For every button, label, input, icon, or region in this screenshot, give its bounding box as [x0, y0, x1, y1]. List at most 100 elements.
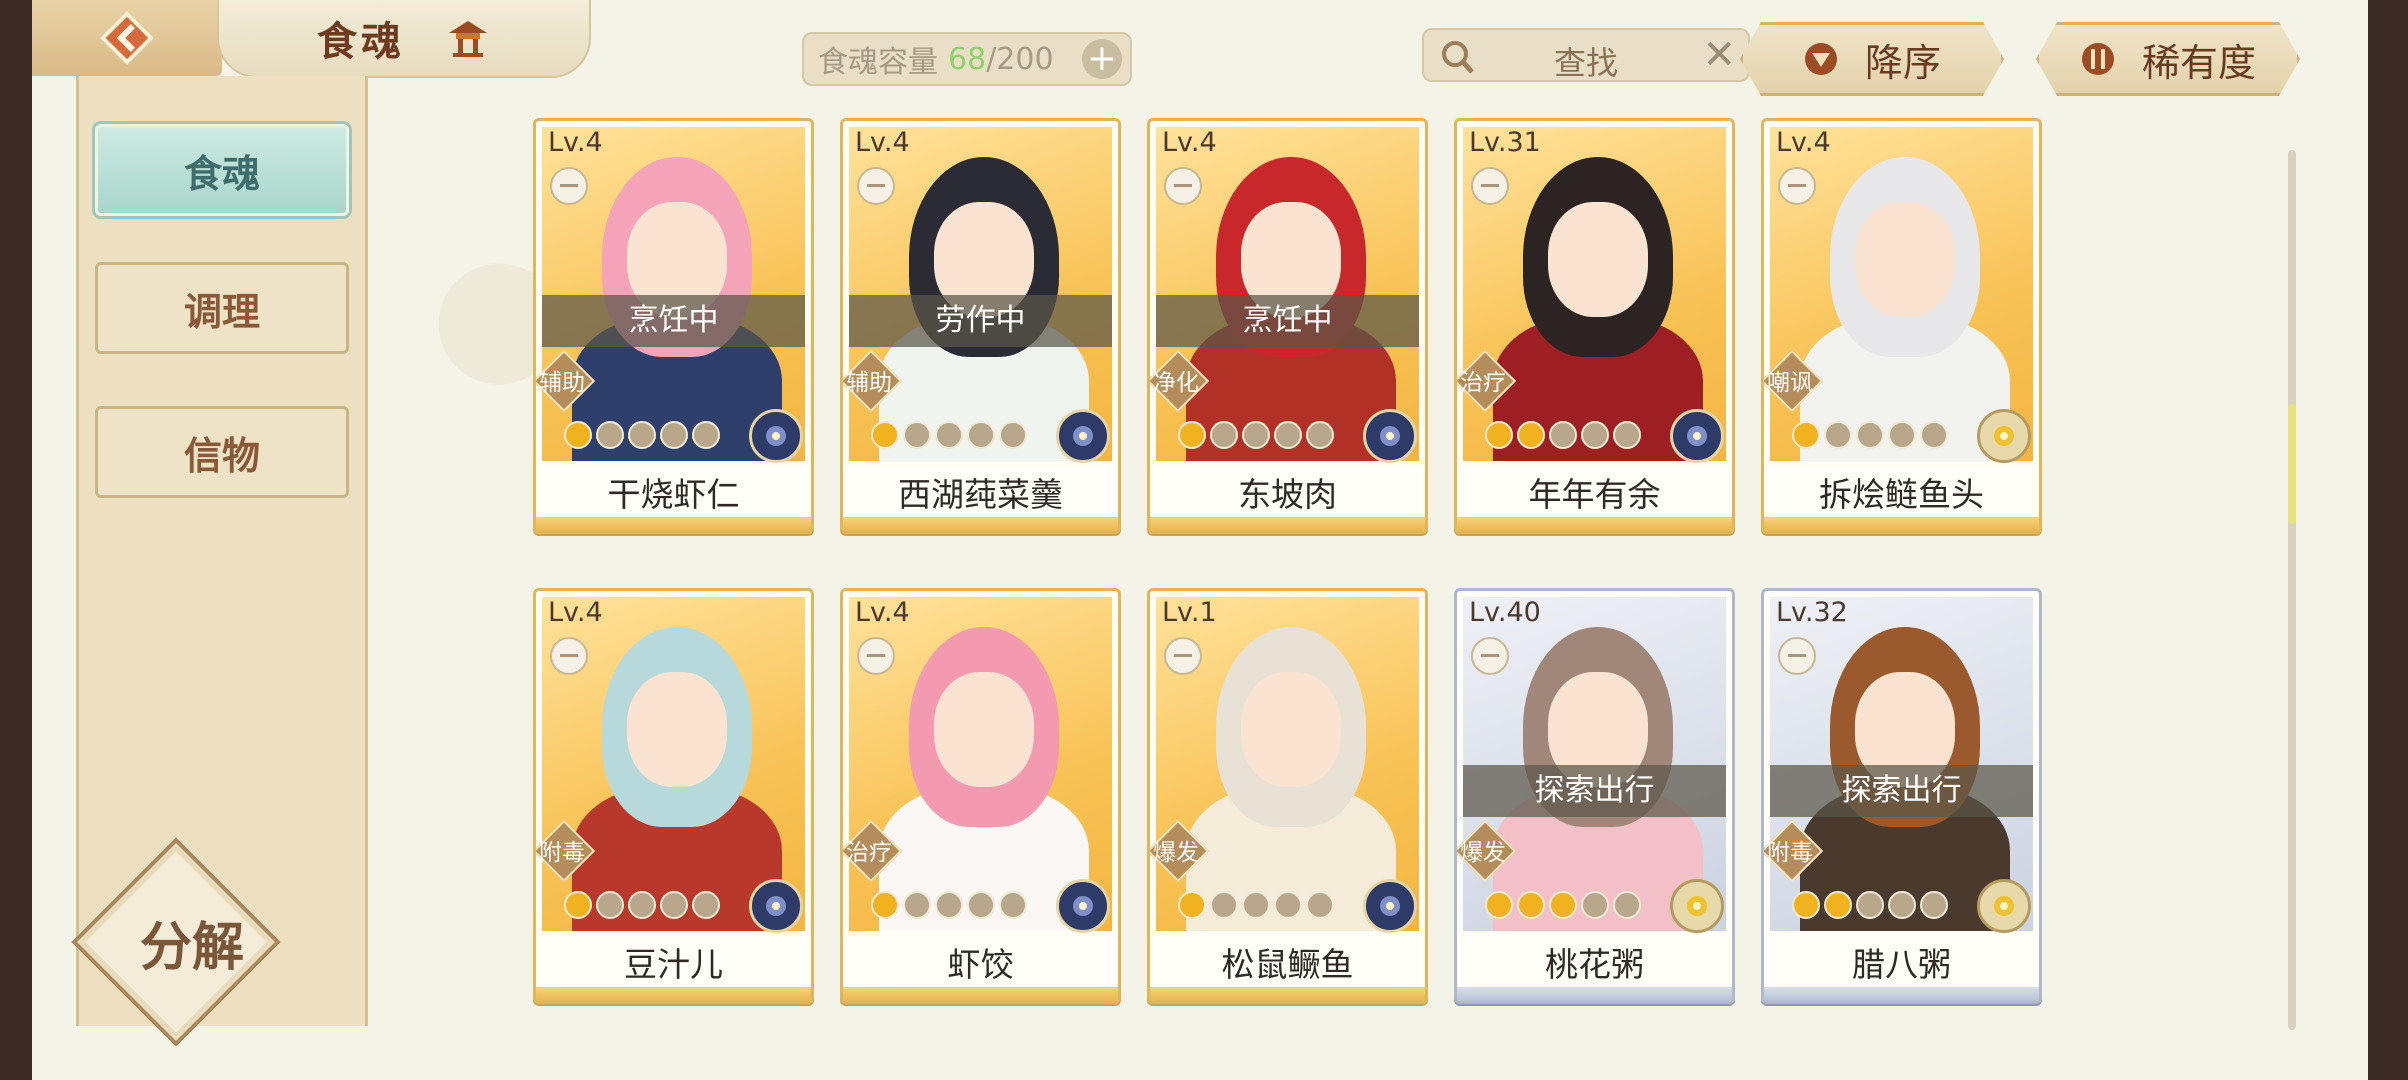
star-icon: [903, 891, 931, 919]
card-footer: [1457, 987, 1732, 1001]
star-icon: [1856, 421, 1884, 449]
star-rating: [564, 421, 720, 449]
sort-by-button[interactable]: 稀有度: [2036, 22, 2300, 96]
card-footer: [1457, 517, 1732, 531]
star-icon: [1517, 891, 1545, 919]
capacity-display: 食魂容量 68 /200 +: [802, 32, 1132, 86]
food-soul-card[interactable]: Lv.4 治疗 虾饺: [840, 588, 1121, 1004]
star-icon: [1485, 421, 1513, 449]
rarity-emblem-icon: [1363, 409, 1417, 463]
rarity-emblem-icon: [1056, 879, 1110, 933]
lock-badge-icon[interactable]: [1471, 637, 1509, 675]
card-footer: [843, 517, 1118, 531]
capacity-current: 68: [948, 41, 987, 77]
star-icon: [1856, 891, 1884, 919]
food-soul-card[interactable]: Lv.31 治疗 年年有余: [1454, 118, 1735, 534]
role-label: 附毒: [1767, 840, 1813, 866]
sort-order-button[interactable]: 降序: [1740, 22, 2004, 96]
sort-swap-icon: [2081, 43, 2114, 75]
lock-badge-icon[interactable]: [857, 637, 895, 675]
sort-by-label: 稀有度: [2141, 40, 2256, 85]
card-name: 年年有余: [1457, 467, 1732, 523]
food-soul-card[interactable]: Lv.4 附毒 豆汁儿: [533, 588, 814, 1004]
food-soul-card[interactable]: Lv.4 烹饪中 净化 东坡肉: [1147, 118, 1428, 534]
star-icon: [1613, 891, 1641, 919]
card-footer: [536, 987, 811, 1001]
star-rating: [1792, 421, 1948, 449]
scrollbar[interactable]: [2288, 150, 2296, 1030]
role-label: 净化: [1153, 370, 1199, 396]
card-level: Lv.4: [548, 597, 603, 628]
scrollbar-thumb[interactable]: [2288, 404, 2296, 524]
star-icon: [999, 891, 1027, 919]
food-soul-card[interactable]: Lv.1 爆发 松鼠鳜鱼: [1147, 588, 1428, 1004]
card-status: 探索出行: [1463, 765, 1726, 817]
star-icon: [1824, 891, 1852, 919]
star-icon: [1306, 421, 1334, 449]
title-tab: 食魂: [217, 0, 591, 78]
lock-badge-icon[interactable]: [1164, 637, 1202, 675]
star-icon: [1242, 891, 1270, 919]
back-arrow-icon: [100, 11, 154, 65]
food-soul-card[interactable]: Lv.40 探索出行 爆发 桃花粥: [1454, 588, 1735, 1004]
food-soul-card[interactable]: Lv.4 劳作中 辅助 西湖莼菜羹: [840, 118, 1121, 534]
capacity-total: /200: [986, 41, 1054, 77]
card-name: 松鼠鳜鱼: [1150, 937, 1425, 993]
star-icon: [1517, 421, 1545, 449]
food-soul-card[interactable]: Lv.4 嘲讽 拆烩鲢鱼头: [1761, 118, 2042, 534]
clear-search-icon[interactable]: ✕: [1702, 32, 1736, 78]
star-icon: [1274, 891, 1302, 919]
capacity-label: 食魂容量: [818, 45, 938, 80]
star-icon: [1210, 891, 1238, 919]
star-icon: [1306, 891, 1334, 919]
lock-badge-icon[interactable]: [1778, 637, 1816, 675]
role-label: 辅助: [539, 370, 585, 396]
role-label: 嘲讽: [1767, 370, 1813, 396]
star-icon: [903, 421, 931, 449]
descending-icon: [1804, 43, 1837, 75]
back-button[interactable]: [32, 0, 222, 76]
star-icon: [1888, 421, 1916, 449]
role-badge: 爆发: [1457, 819, 1517, 883]
home-pavilion-icon[interactable]: [445, 15, 491, 61]
role-label: 附毒: [539, 840, 585, 866]
star-icon: [628, 421, 656, 449]
role-badge: 辅助: [536, 349, 596, 413]
card-level: Lv.4: [1162, 127, 1217, 158]
tab-cooking[interactable]: 调理: [95, 262, 349, 354]
rarity-emblem-icon: [1056, 409, 1110, 463]
card-level: Lv.4: [855, 127, 910, 158]
search-box[interactable]: 查找 ✕: [1422, 28, 1750, 82]
star-icon: [1242, 421, 1270, 449]
star-icon: [1613, 421, 1641, 449]
role-label: 治疗: [1460, 370, 1506, 396]
lock-badge-icon[interactable]: [1778, 167, 1816, 205]
star-icon: [1581, 421, 1609, 449]
food-soul-card[interactable]: Lv.32 探索出行 附毒 腊八粥: [1761, 588, 2042, 1004]
sort-order-label: 降序: [1864, 40, 1941, 85]
card-name: 虾饺: [843, 937, 1118, 993]
tab-food-soul[interactable]: 食魂: [95, 124, 349, 216]
lock-badge-icon[interactable]: [1471, 167, 1509, 205]
rarity-emblem-icon: [1977, 879, 2031, 933]
card-level: Lv.4: [548, 127, 603, 158]
lock-badge-icon[interactable]: [550, 167, 588, 205]
tab-token[interactable]: 信物: [95, 406, 349, 498]
star-rating: [1178, 891, 1334, 919]
window-frame-left: [0, 0, 32, 1080]
food-soul-card[interactable]: Lv.4 烹饪中 辅助 干烧虾仁: [533, 118, 814, 534]
capacity-plus-button[interactable]: +: [1082, 39, 1122, 79]
role-label: 辅助: [846, 370, 892, 396]
star-icon: [935, 421, 963, 449]
lock-badge-icon[interactable]: [1164, 167, 1202, 205]
card-name: 桃花粥: [1457, 937, 1732, 993]
card-footer: [1150, 517, 1425, 531]
card-status: 劳作中: [849, 295, 1112, 347]
card-level: Lv.31: [1469, 127, 1541, 158]
rarity-emblem-icon: [1670, 409, 1724, 463]
lock-badge-icon[interactable]: [857, 167, 895, 205]
lock-badge-icon[interactable]: [550, 637, 588, 675]
star-icon: [967, 421, 995, 449]
star-icon: [628, 891, 656, 919]
star-rating: [871, 891, 1027, 919]
